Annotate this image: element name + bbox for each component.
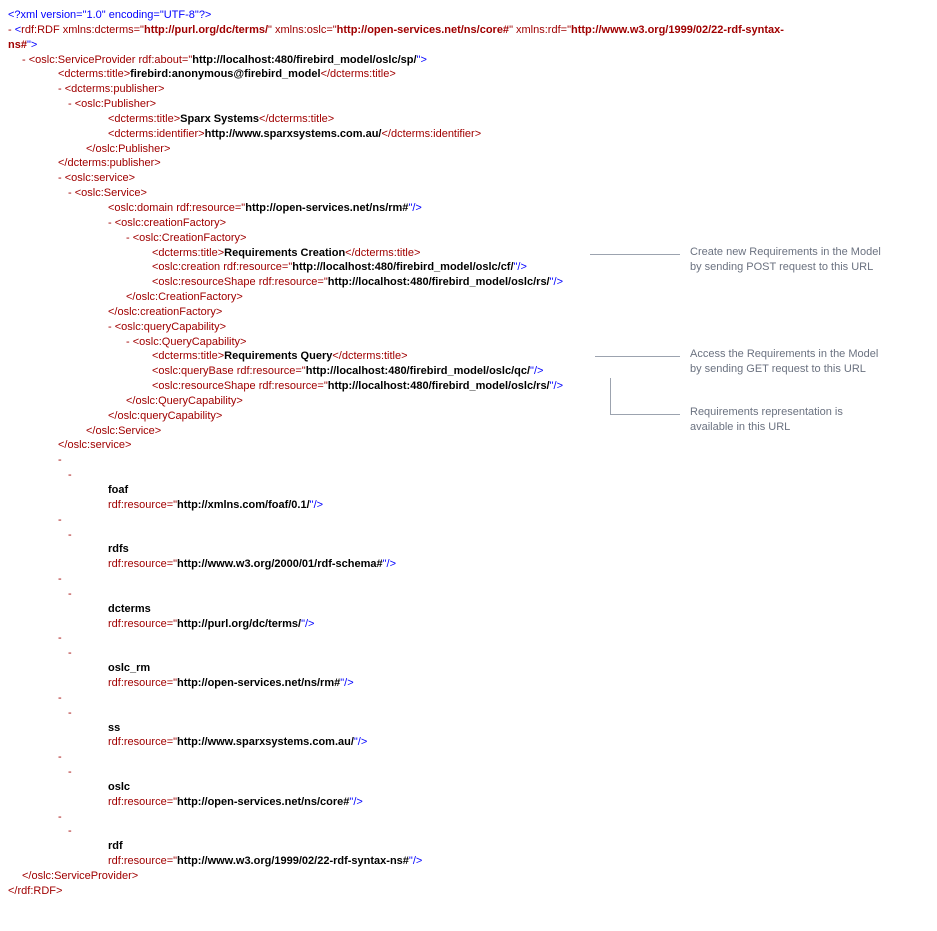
creation-factory-inner-close: </oslc:CreationFactory> <box>8 290 937 305</box>
connector-line <box>610 414 680 415</box>
prefix-def-inner-open: - <box>8 646 937 661</box>
creation-factory-open: - <oslc:creationFactory> <box>8 216 937 231</box>
annotation-access: Access the Requirements in the Model by … <box>690 347 878 377</box>
prefix-base: rdf:resource="http://open-services.net/n… <box>8 676 937 691</box>
publisher-close: </dcterms:publisher> <box>8 156 937 171</box>
service-domain: <oslc:domain rdf:resource="http://open-s… <box>8 201 937 216</box>
prefix-def-inner-open: - <box>8 824 937 839</box>
publisher-identifier: <dcterms:identifier>http://www.sparxsyst… <box>8 127 937 142</box>
annotation-create: Create new Requirements in the Model by … <box>690 245 881 275</box>
sp-title: <dcterms:title>firebird:anonymous@firebi… <box>8 67 937 82</box>
service-open: - <oslc:service> <box>8 171 937 186</box>
publisher-open: - <dcterms:publisher> <box>8 82 937 97</box>
prefix-def-open: - <box>8 631 937 646</box>
rdf-open: - <rdf:RDF xmlns:dcterms="http://purl.or… <box>8 23 937 38</box>
prefix-def-inner-open: - <box>8 587 937 602</box>
prefix-value: ss <box>8 721 937 736</box>
publisher-inner-close: </oslc:Publisher> <box>8 142 937 157</box>
service-inner-open: - <oslc:Service> <box>8 186 937 201</box>
prefix-value: dcterms <box>8 602 937 617</box>
prefix-value: rdfs <box>8 542 937 557</box>
prefix-value: oslc_rm <box>8 661 937 676</box>
publisher-inner-open: - <oslc:Publisher> <box>8 97 937 112</box>
rdf-close: </rdf:RDF> <box>8 884 937 899</box>
prefix-def-inner-open: - <box>8 468 937 483</box>
publisher-title: <dcterms:title>Sparx Systems</dcterms:ti… <box>8 112 937 127</box>
prefix-definitions: - - foafrdf:resource="http://xmlns.com/f… <box>8 453 937 869</box>
prefix-def-inner-open: - <box>8 765 937 780</box>
creation-factory-inner-open: - <oslc:CreationFactory> <box>8 231 937 246</box>
cf-resource-shape: <oslc:resourceShape rdf:resource="http:/… <box>8 275 937 290</box>
prefix-def-open: - <box>8 572 937 587</box>
service-close: </oslc:service> <box>8 438 937 453</box>
service-provider-open: - <oslc:ServiceProvider rdf:about="http:… <box>8 53 937 68</box>
xml-source: <?xml version="1.0" encoding="UTF-8"?> -… <box>8 8 937 899</box>
prefix-def-inner-open: - <box>8 528 937 543</box>
prefix-base: rdf:resource="http://xmlns.com/foaf/0.1/… <box>8 498 937 513</box>
prefix-def-inner-open: - <box>8 706 937 721</box>
prefix-def-open: - <box>8 513 937 528</box>
prefix-def-open: - <box>8 810 937 825</box>
prefix-base: rdf:resource="http://www.w3.org/1999/02/… <box>8 854 937 869</box>
prefix-base: rdf:resource="http://www.w3.org/2000/01/… <box>8 557 937 572</box>
creation-factory-close: </oslc:creationFactory> <box>8 305 937 320</box>
annotation-representation: Requirements representation is available… <box>690 405 843 435</box>
xml-declaration: <?xml version="1.0" encoding="UTF-8"?> <box>8 8 937 23</box>
prefix-value: foaf <box>8 483 937 498</box>
prefix-def-open: - <box>8 750 937 765</box>
rdf-open-cont: ns#"> <box>8 38 937 53</box>
connector-line <box>590 254 680 255</box>
query-capability-open: - <oslc:queryCapability> <box>8 320 937 335</box>
prefix-base: rdf:resource="http://open-services.net/n… <box>8 795 937 810</box>
prefix-def-open: - <box>8 691 937 706</box>
connector-line <box>595 356 680 357</box>
prefix-base: rdf:resource="http://purl.org/dc/terms/"… <box>8 617 937 632</box>
prefix-value: oslc <box>8 780 937 795</box>
service-provider-close: </oslc:ServiceProvider> <box>8 869 937 884</box>
connector-line <box>610 378 611 414</box>
prefix-def-open: - <box>8 453 937 468</box>
prefix-value: rdf <box>8 839 937 854</box>
qc-resource-shape: <oslc:resourceShape rdf:resource="http:/… <box>8 379 937 394</box>
prefix-base: rdf:resource="http://www.sparxsystems.co… <box>8 735 937 750</box>
